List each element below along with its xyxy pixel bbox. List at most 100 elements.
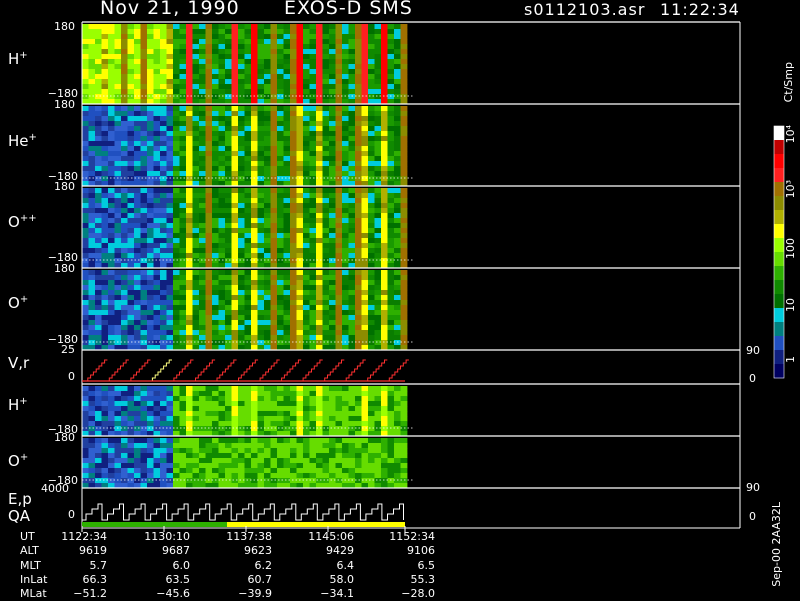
heatmap-cell xyxy=(316,478,323,484)
heatmap-cell xyxy=(283,166,291,172)
heatmap-cell xyxy=(290,203,297,209)
heatmap-cell xyxy=(147,310,154,316)
heatmap-cell xyxy=(296,49,304,55)
heatmap-cell xyxy=(277,166,284,172)
heatmap-cell xyxy=(303,320,310,326)
heatmap-cell xyxy=(361,448,369,454)
heatmap-cell xyxy=(121,84,128,90)
heatmap-cell xyxy=(192,295,200,301)
heatmap-cell xyxy=(387,396,395,402)
heatmap-cell xyxy=(205,223,213,229)
heatmap-cell xyxy=(348,171,356,177)
heatmap-cell xyxy=(108,79,115,85)
heatmap-cell xyxy=(160,238,167,244)
heatmap-cell xyxy=(394,131,401,137)
heatmap-cell xyxy=(355,406,362,412)
heatmap-cell xyxy=(322,193,330,199)
heatmap-cell xyxy=(374,310,382,316)
heatmap-cell xyxy=(225,176,232,182)
heatmap-cell xyxy=(218,458,226,464)
heatmap-cell xyxy=(296,79,304,85)
heatmap-cell xyxy=(160,248,167,254)
heatmap-cell xyxy=(121,248,128,254)
heatmap-cell xyxy=(303,203,310,209)
heatmap-cell xyxy=(251,79,258,85)
heatmap-cell xyxy=(186,131,193,137)
heatmap-cell xyxy=(179,213,187,219)
heatmap-cell xyxy=(257,166,265,172)
heatmap-cell xyxy=(121,468,128,474)
heatmap-cell xyxy=(270,198,278,204)
heatmap-cell xyxy=(290,421,297,427)
heatmap-cell xyxy=(381,49,388,55)
heatmap-cell xyxy=(244,421,252,427)
heatmap-cell xyxy=(368,89,375,95)
heatmap-cell xyxy=(277,258,284,264)
heatmap-cell xyxy=(147,106,154,112)
heatmap-cell xyxy=(400,275,408,281)
heatmap-cell xyxy=(212,401,219,407)
heatmap-cell xyxy=(108,295,115,301)
heatmap-cell xyxy=(121,156,128,162)
heatmap-cell xyxy=(205,126,213,132)
heatmap-cell xyxy=(290,121,297,127)
heatmap-cell xyxy=(82,253,89,259)
heatmap-cell xyxy=(121,335,128,341)
heatmap-cell xyxy=(140,94,148,100)
heatmap-cell xyxy=(231,426,239,432)
heatmap-cell xyxy=(238,300,245,306)
heatmap-cell xyxy=(127,131,135,137)
heatmap-cell xyxy=(199,126,206,132)
heatmap-cell xyxy=(88,64,96,70)
heatmap-cell xyxy=(88,243,96,249)
heatmap-cell xyxy=(108,121,115,127)
heatmap-cell xyxy=(342,448,349,454)
heatmap-cell xyxy=(303,131,310,137)
heatmap-cell xyxy=(199,275,206,281)
heatmap-cell xyxy=(179,94,187,100)
heatmap-cell xyxy=(225,74,232,80)
heatmap-cell xyxy=(192,335,200,341)
heatmap-cell xyxy=(290,406,297,412)
heatmap-cell xyxy=(342,166,349,172)
heatmap-cell xyxy=(199,340,206,346)
heatmap-cell xyxy=(218,39,226,45)
heatmap-cell xyxy=(277,325,284,331)
heatmap-cell xyxy=(121,300,128,306)
heatmap-cell xyxy=(374,448,382,454)
heatmap-cell xyxy=(264,453,271,459)
heatmap-cell xyxy=(238,64,245,70)
heatmap-cell xyxy=(231,458,239,464)
heatmap-cell xyxy=(251,411,258,417)
heatmap-cell xyxy=(322,79,330,85)
heatmap-cell xyxy=(329,443,336,449)
heatmap-cell xyxy=(381,64,388,70)
heatmap-cell xyxy=(160,290,167,296)
heatmap-cell xyxy=(153,54,161,60)
heatmap-cell xyxy=(153,330,161,336)
table-col-2: 1130:10 9687 6.0 63.5 −45.6 xyxy=(140,530,190,601)
heatmap-cell xyxy=(153,243,161,249)
heatmap-cell xyxy=(108,243,115,249)
heatmap-cell xyxy=(218,203,226,209)
heatmap-cell xyxy=(101,64,109,70)
heatmap-cell xyxy=(160,320,167,326)
heatmap-cell xyxy=(121,121,128,127)
heatmap-cell xyxy=(134,270,141,276)
heatmap-cell xyxy=(205,320,213,326)
heatmap-cell xyxy=(127,310,135,316)
heatmap-cell xyxy=(394,421,401,427)
heatmap-cell xyxy=(147,64,154,70)
heatmap-cell xyxy=(329,270,336,276)
heatmap-cell xyxy=(342,233,349,239)
heatmap-cell xyxy=(342,295,349,301)
heatmap-cell xyxy=(283,458,291,464)
heatmap-cell xyxy=(251,426,258,432)
heatmap-cell xyxy=(257,411,265,417)
heatmap-cell xyxy=(192,94,200,100)
heatmap-cell xyxy=(101,448,109,454)
heatmap-cell xyxy=(238,121,245,127)
heatmap-cell xyxy=(218,280,226,286)
heatmap-cell xyxy=(218,116,226,122)
heatmap-cell xyxy=(368,106,375,112)
